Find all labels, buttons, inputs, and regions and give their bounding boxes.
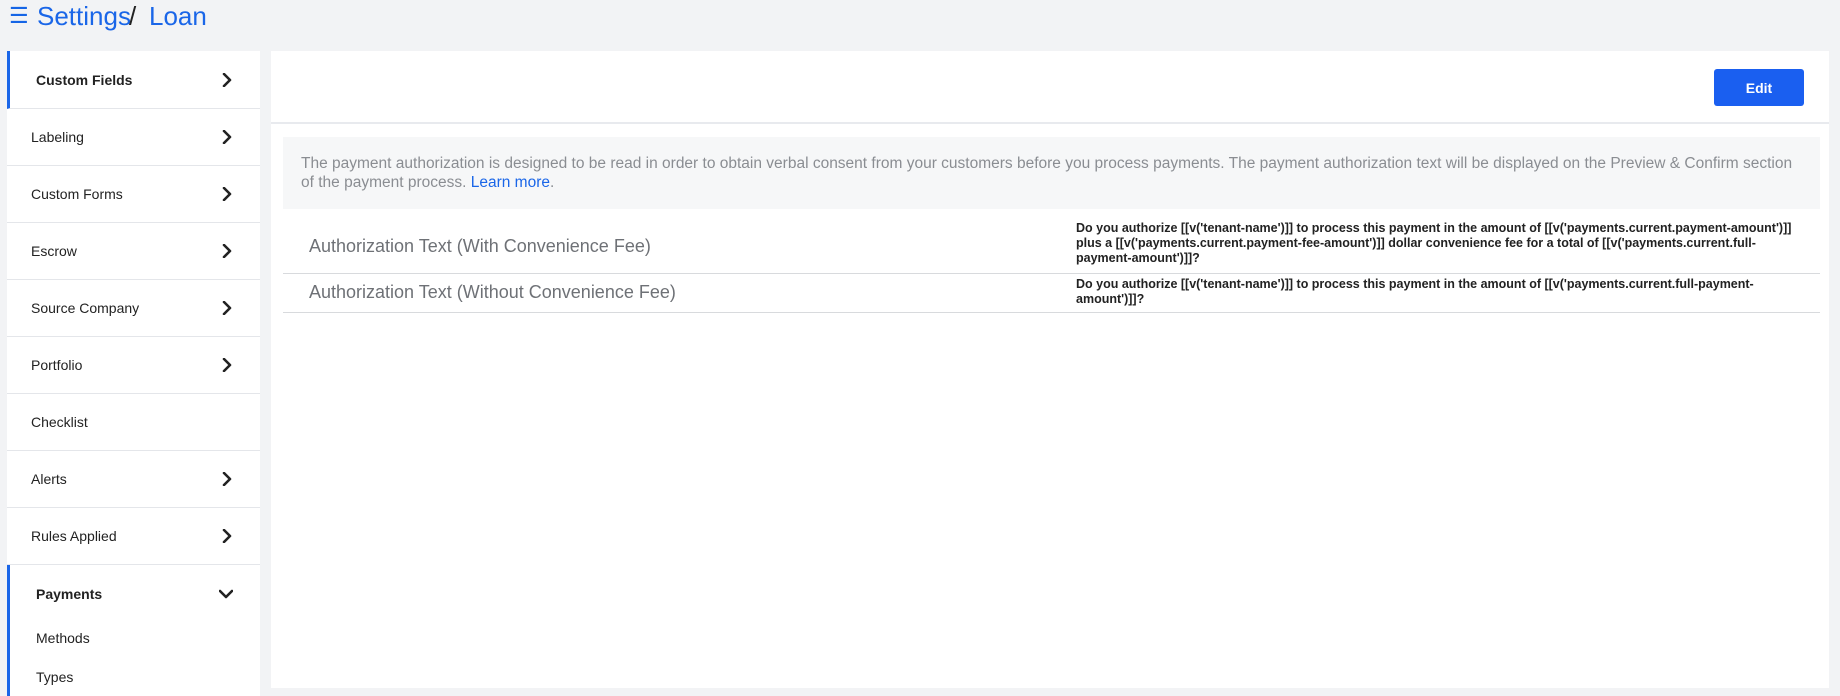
sidebar-subitem-types[interactable]: Types bbox=[7, 655, 260, 696]
chevron-right-icon bbox=[222, 301, 232, 315]
row-label: Authorization Text (With Convenience Fee… bbox=[309, 236, 651, 256]
sidebar-item-rules-applied[interactable]: Rules Applied bbox=[7, 508, 260, 565]
sidebar-item-label: Rules Applied bbox=[31, 528, 117, 544]
row-label: Authorization Text (Without Convenience … bbox=[309, 282, 676, 302]
authorization-row-without-fee: Authorization Text (Without Convenience … bbox=[283, 274, 1820, 313]
sidebar-item-payments[interactable]: Payments bbox=[7, 565, 260, 622]
sidebar-item-label: Checklist bbox=[31, 414, 88, 430]
chevron-down-icon bbox=[219, 589, 233, 598]
settings-sidebar: Custom Fields Labeling Custom Forms Escr… bbox=[7, 51, 260, 696]
breadcrumb-settings-link[interactable]: Settings bbox=[37, 0, 131, 32]
sidebar-item-source-company[interactable]: Source Company bbox=[7, 280, 260, 337]
row-value: Do you authorize [[v('tenant-name')]] to… bbox=[1076, 277, 1754, 306]
info-period: . bbox=[550, 174, 555, 191]
sidebar-item-label: Custom Forms bbox=[31, 186, 123, 202]
sidebar-item-label: Custom Fields bbox=[36, 71, 133, 88]
sidebar-item-label: Portfolio bbox=[31, 357, 83, 373]
breadcrumb-separator: / bbox=[129, 1, 137, 31]
sidebar-item-custom-fields[interactable]: Custom Fields bbox=[7, 51, 260, 109]
sidebar-subitem-label: Methods bbox=[36, 630, 90, 646]
row-value: Do you authorize [[v('tenant-name')]] to… bbox=[1076, 221, 1792, 265]
sidebar-item-label: Labeling bbox=[31, 129, 84, 145]
card-header: Edit bbox=[271, 51, 1829, 124]
sidebar-item-label: Source Company bbox=[31, 300, 140, 316]
info-notice: The payment authorization is designed to… bbox=[283, 137, 1820, 209]
sidebar-item-label: Alerts bbox=[31, 471, 67, 487]
sidebar-item-custom-forms[interactable]: Custom Forms bbox=[7, 166, 260, 223]
authorization-row-with-fee: Authorization Text (With Convenience Fee… bbox=[283, 220, 1820, 274]
chevron-right-icon bbox=[222, 187, 232, 201]
payment-authorization-card: Edit The payment authorization is design… bbox=[271, 51, 1829, 688]
sidebar-subitem-label: Types bbox=[36, 669, 74, 685]
sidebar-item-alerts[interactable]: Alerts bbox=[7, 451, 260, 508]
sidebar-item-label: Payments bbox=[36, 585, 103, 602]
chevron-right-icon bbox=[222, 529, 232, 543]
sidebar-item-checklist[interactable]: Checklist bbox=[7, 394, 260, 451]
sidebar-item-labeling[interactable]: Labeling bbox=[7, 109, 260, 166]
chevron-right-icon bbox=[222, 472, 232, 486]
top-bar: ☰ Settings / Loan bbox=[0, 0, 1840, 40]
sidebar-item-escrow[interactable]: Escrow bbox=[7, 223, 260, 280]
chevron-right-icon bbox=[222, 72, 232, 87]
sidebar-item-portfolio[interactable]: Portfolio bbox=[7, 337, 260, 394]
chevron-right-icon bbox=[222, 244, 232, 258]
chevron-right-icon bbox=[222, 130, 232, 144]
edit-button[interactable]: Edit bbox=[1714, 69, 1804, 106]
learn-more-link[interactable]: Learn more bbox=[471, 174, 550, 191]
sidebar-item-label: Escrow bbox=[31, 243, 77, 259]
breadcrumb-current-page: Loan bbox=[149, 1, 207, 31]
hamburger-icon[interactable]: ☰ bbox=[9, 4, 29, 28]
chevron-right-icon bbox=[222, 358, 232, 372]
sidebar-subitem-methods[interactable]: Methods bbox=[7, 621, 260, 655]
